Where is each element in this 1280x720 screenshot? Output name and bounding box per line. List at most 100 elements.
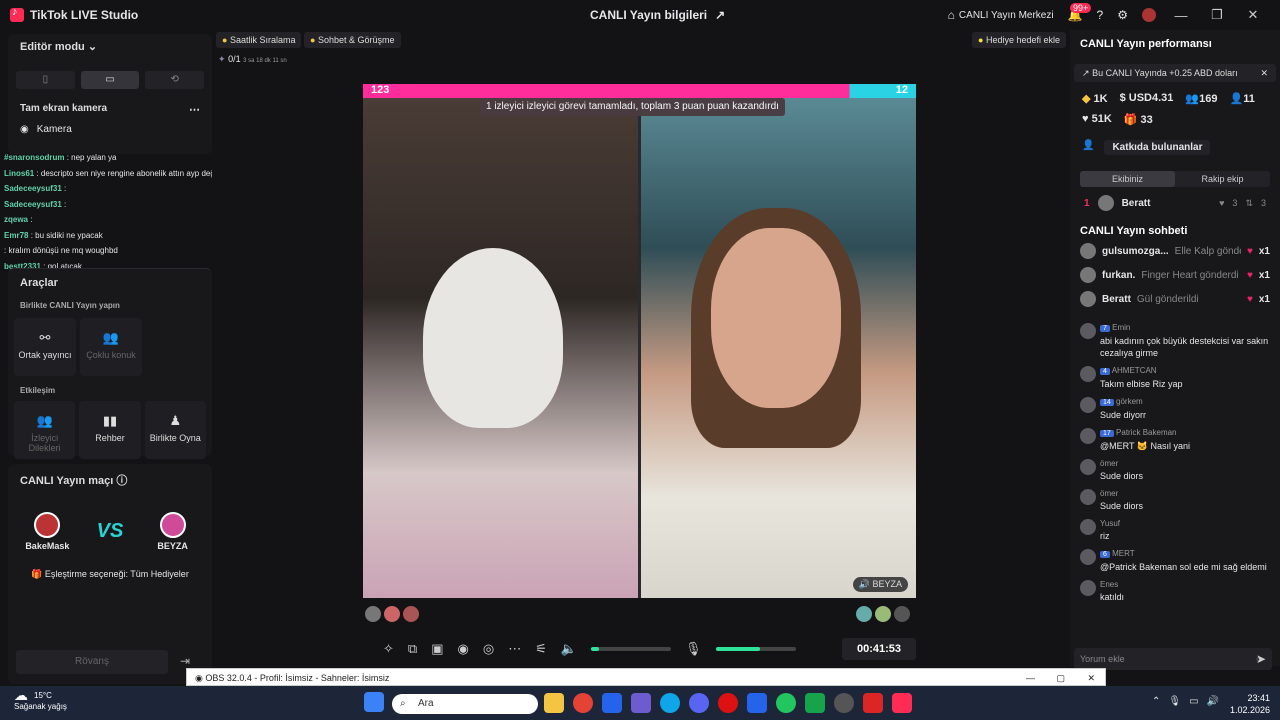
record-icon[interactable]: ◉ (458, 641, 469, 657)
chat-call-pill[interactable]: ● Sohbet & Görüşme (304, 32, 401, 48)
opponent-camera: 🔊 BEYZA (641, 98, 916, 598)
edge-icon[interactable] (660, 693, 680, 713)
live-info-title[interactable]: CANLI Yayın bilgileri (590, 8, 707, 22)
mission-progress[interactable]: ✦ 0/1 3 sa 18 dk 11 sn (218, 54, 308, 76)
chrome-alt-icon[interactable] (776, 693, 796, 713)
player1[interactable]: BakeMask (8, 512, 87, 551)
home-icon[interactable]: ⌂ (948, 8, 955, 22)
obs-taskbar-icon[interactable] (834, 693, 854, 713)
chat-message[interactable]: 4 AHMETCAN Takım elbise Riz yap (1070, 362, 1280, 393)
more-icon[interactable]: ⋯ (508, 641, 521, 657)
help-icon[interactable]: ? (1097, 8, 1104, 22)
gear-icon[interactable]: ⚙ (1117, 8, 1128, 22)
chat-message[interactable]: Enes katıldı (1070, 576, 1280, 606)
mic-volume-slider[interactable] (715, 647, 796, 651)
chat-message[interactable]: ömer Sude diors (1070, 455, 1280, 485)
mail-icon[interactable] (747, 693, 767, 713)
mixer-icon[interactable]: ⚟ (535, 641, 547, 657)
tab-your-team[interactable]: Ekibiniz (1080, 171, 1175, 187)
layout-icon[interactable]: ⧉ (408, 641, 417, 657)
host-supporters[interactable] (365, 606, 419, 622)
close-icon[interactable]: ✕ (1260, 64, 1268, 82)
chat-message[interactable]: Yusuf riz (1070, 515, 1280, 545)
taskbar-search[interactable]: ⌕ Ara (392, 694, 538, 714)
contributors-header[interactable]: 👤 Katkıda bulunanlar (1070, 130, 1280, 165)
gift-goal-button[interactable]: ● Hediye hedefi ekle (972, 32, 1066, 48)
maximize-icon[interactable]: ▢ (1056, 669, 1065, 687)
windows-start-icon[interactable] (364, 692, 384, 712)
teams-icon[interactable] (631, 693, 651, 713)
minimize-icon[interactable]: — (1170, 8, 1192, 23)
match-option[interactable]: 🎁 Eşleştirme seçeneği: Tüm Hediyeler (8, 569, 212, 580)
avatar[interactable] (1142, 8, 1156, 22)
clock[interactable]: 23:41 1.02.2026 (1230, 692, 1270, 716)
tab-rival-team[interactable]: Rakip ekip (1175, 171, 1270, 187)
opponent-supporters[interactable] (856, 606, 910, 622)
landscape-layout-button[interactable]: ▭ (80, 71, 140, 89)
contributors-button[interactable]: Katkıda bulunanlar (1104, 140, 1211, 155)
microphone-icon[interactable]: 🎙 (685, 641, 702, 657)
more-icon[interactable]: ⋯ (189, 103, 200, 116)
message-text: Sude diors (1100, 471, 1144, 481)
overlay-chat-line: zqewa : (4, 215, 33, 224)
chat-message[interactable]: 6 MERT @Patrick Bakeman sol ede mi sağ el… (1070, 545, 1280, 576)
minimize-icon[interactable]: — (1026, 669, 1035, 687)
camera-section-title[interactable]: Tam ekran kamera (20, 103, 107, 116)
comment-input[interactable]: Yorum ekle ☺ (1074, 648, 1272, 670)
promo-banner[interactable]: ↗ Bu CANLI Yayında +0.25 ABD doları ✕ (1074, 64, 1276, 82)
cohost-button[interactable]: ⚯ Ortak yayıncı (14, 318, 76, 376)
mic-tray-icon[interactable]: 🎙 (1168, 696, 1181, 707)
discord-icon[interactable] (689, 693, 709, 713)
speaker-volume-slider[interactable] (591, 647, 672, 651)
live-center-link[interactable]: CANLI Yayın Merkezi (959, 10, 1054, 21)
overlay-chat-line: : kralım dönüşü ne mq woughbd (4, 246, 118, 255)
chat-message[interactable]: 14 görkem Sude diyorr (1070, 393, 1280, 424)
weather-widget[interactable]: ☁ 15°C Sağanak yağış (14, 688, 67, 712)
info-icon[interactable]: ⓘ (116, 475, 127, 487)
speaker-icon[interactable]: 🔈 (561, 641, 577, 657)
volume-icon[interactable]: 🔊 (1207, 696, 1219, 707)
exit-icon[interactable]: ⇥ (180, 654, 190, 668)
store-icon[interactable] (602, 693, 622, 713)
level-badge: 17 (1100, 430, 1114, 437)
portrait-layout-button[interactable]: ▯ (16, 71, 75, 89)
chrome-icon[interactable] (573, 693, 593, 713)
clock-time: 23:41 (1247, 693, 1270, 703)
gift-event[interactable]: Beratt Gül gönderildi ♥ x1 (1070, 287, 1280, 311)
opera-icon[interactable] (718, 693, 738, 713)
guide-button[interactable]: ▮▮ Rehber (79, 401, 141, 459)
viewer-wishes-button[interactable]: 👥 İzleyici Dilekleri (14, 401, 76, 459)
player2[interactable]: BEYZA (133, 512, 212, 551)
hourly-ranking-pill[interactable]: ● Saatlik Sıralama (216, 32, 302, 48)
share-icon[interactable]: ↗ (715, 8, 725, 22)
maximize-icon[interactable]: ❐ (1206, 7, 1228, 23)
gift-event[interactable]: furkan. Finger Heart gönderdi ♥ x1 (1070, 263, 1280, 287)
scene-icon[interactable]: ▣ (431, 641, 443, 657)
opponent-tag[interactable]: 🔊 BEYZA (852, 577, 908, 592)
file-explorer-icon[interactable] (544, 693, 564, 713)
rotate-layout-button[interactable]: ⟲ (145, 71, 205, 89)
camera-switch-icon[interactable]: ◎ (483, 641, 494, 657)
close-icon[interactable]: ✕ (1242, 7, 1264, 23)
contributor-row[interactable]: 1 Beratt ♥ 3 ⇅ 3 (1070, 187, 1280, 219)
chat-message[interactable]: ömer Sude diors (1070, 485, 1280, 515)
effects-icon[interactable]: ✧ (383, 641, 394, 657)
chat-message[interactable]: 17 Patrick Bakeman @MERT 🐱 Nasıl yani (1070, 424, 1280, 455)
gift-event[interactable]: gulsumozga... Elle Kalp gönde ♥ x1 (1070, 239, 1280, 263)
close-icon[interactable]: ✕ (1087, 669, 1095, 687)
game-icon[interactable] (805, 693, 825, 713)
play-together-button[interactable]: ♟ Birlikte Oyna (144, 401, 206, 459)
chevron-down-icon[interactable]: ⌄ (88, 41, 97, 53)
youtube-icon[interactable] (863, 693, 883, 713)
chat-message[interactable]: 7 Emin abi kadının çok büyük destekcisi v… (1070, 319, 1280, 362)
camera-source[interactable]: ◉ Kamera (8, 116, 212, 143)
editor-mode-label[interactable]: Editör modu (20, 41, 85, 53)
tiktok-taskbar-icon[interactable] (892, 693, 912, 713)
network-icon[interactable]: ▭ (1189, 696, 1198, 707)
send-icon[interactable]: ➤ (1256, 652, 1266, 666)
obs-window-bar[interactable]: ◉ OBS 32.0.4 - Profil: İsimsiz - Sahnele… (186, 668, 1106, 686)
chevron-up-icon[interactable]: ⌃ (1152, 696, 1160, 707)
message-user: görkem (1116, 397, 1143, 406)
rematch-button[interactable]: Rövanş (16, 650, 168, 674)
multi-guest-button[interactable]: 👥 Çoklu konuk (80, 318, 142, 376)
